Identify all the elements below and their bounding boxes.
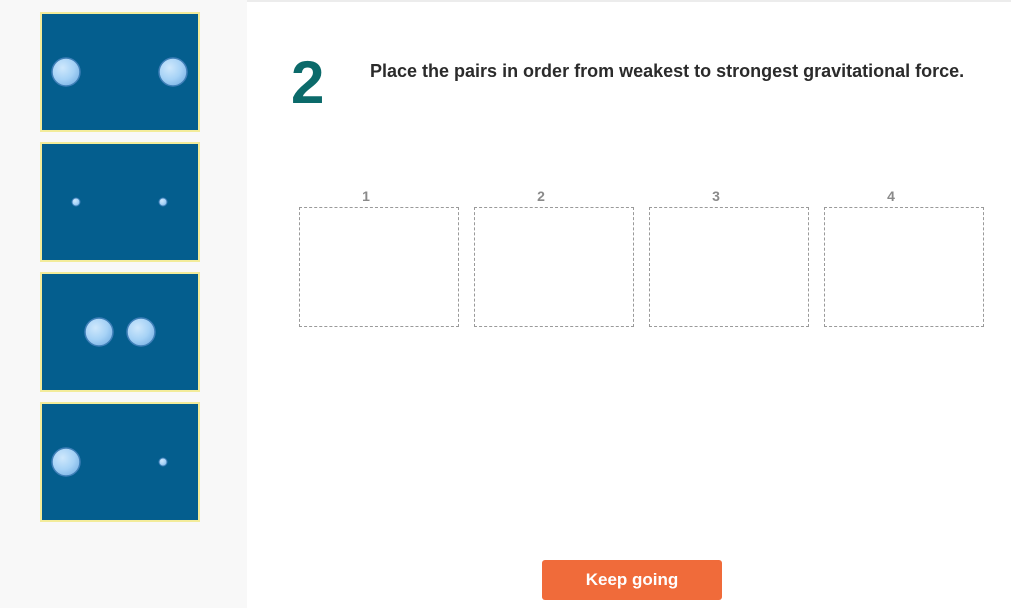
drop-slot-4[interactable]	[824, 207, 984, 327]
slot-label-3: 3	[712, 188, 720, 204]
pair-card-large-close[interactable]	[40, 272, 200, 392]
pair-card-large-far[interactable]	[40, 12, 200, 132]
sphere-pair-large-close-icon	[84, 317, 156, 347]
drop-slot-1[interactable]	[299, 207, 459, 327]
pair-card-mixed-far[interactable]	[40, 402, 200, 522]
slot-label-4: 4	[887, 188, 895, 204]
pair-card-small-far[interactable]	[40, 142, 200, 262]
question-prompt: Place the pairs in order from weakest to…	[370, 61, 965, 81]
answer-choices-panel	[0, 0, 247, 608]
sphere-pair-small-far-icon	[71, 197, 168, 207]
drop-slot-2[interactable]	[474, 207, 634, 327]
slot-label-2: 2	[537, 188, 545, 204]
drop-slot-3[interactable]	[649, 207, 809, 327]
question-number: 2	[291, 49, 325, 116]
keep-going-button[interactable]: Keep going	[542, 560, 722, 600]
sphere-pair-mixed-far-icon	[51, 447, 168, 477]
sphere-pair-large-far-icon	[51, 57, 188, 87]
slot-label-1: 1	[362, 188, 370, 204]
